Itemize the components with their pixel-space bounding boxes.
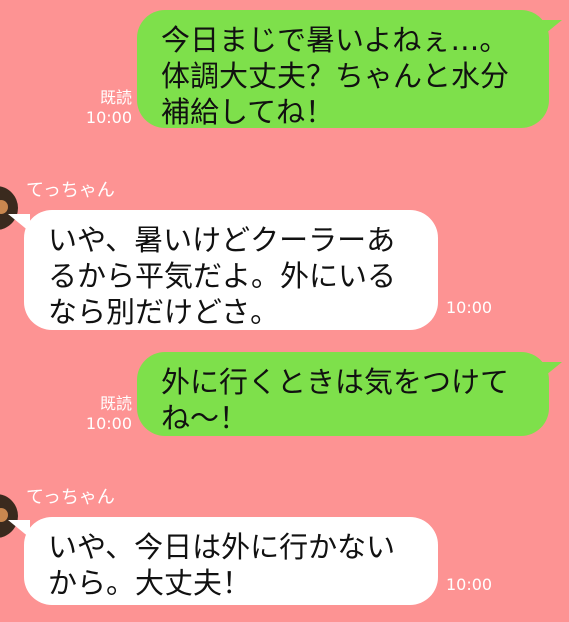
sender-name: てっちゃん [26, 487, 115, 508]
message-meta: 既読 10:00 [76, 88, 132, 128]
sent-message-bubble[interactable]: 今日まじで暑いよねぇ…。 体調大丈夫？ちゃんと水分 補給してね！ [137, 10, 549, 129]
received-message-bubble[interactable]: いや、今日は外に行かない から。大丈夫！ [24, 517, 438, 605]
message-meta: 既読 10:00 [76, 394, 132, 434]
chat-view: 今日まじで暑いよねぇ…。 体調大丈夫？ちゃんと水分 補給してね！ 既読 10:0… [0, 0, 569, 622]
message-time: 10:00 [446, 298, 493, 317]
message-time: 10:00 [85, 414, 132, 433]
message-time: 10:00 [446, 575, 493, 594]
read-receipt: 既読 [99, 394, 132, 413]
sender-name: てっちゃん [26, 180, 115, 201]
received-message-bubble[interactable]: いや、暑いけどクーラーあ るから平気だよ。外にいる なら別だけどさ。 [24, 210, 438, 330]
read-receipt: 既読 [99, 88, 132, 107]
message-time: 10:00 [85, 108, 132, 127]
sent-message-bubble[interactable]: 外に行くときは気をつけて ね〜！ [137, 352, 549, 436]
